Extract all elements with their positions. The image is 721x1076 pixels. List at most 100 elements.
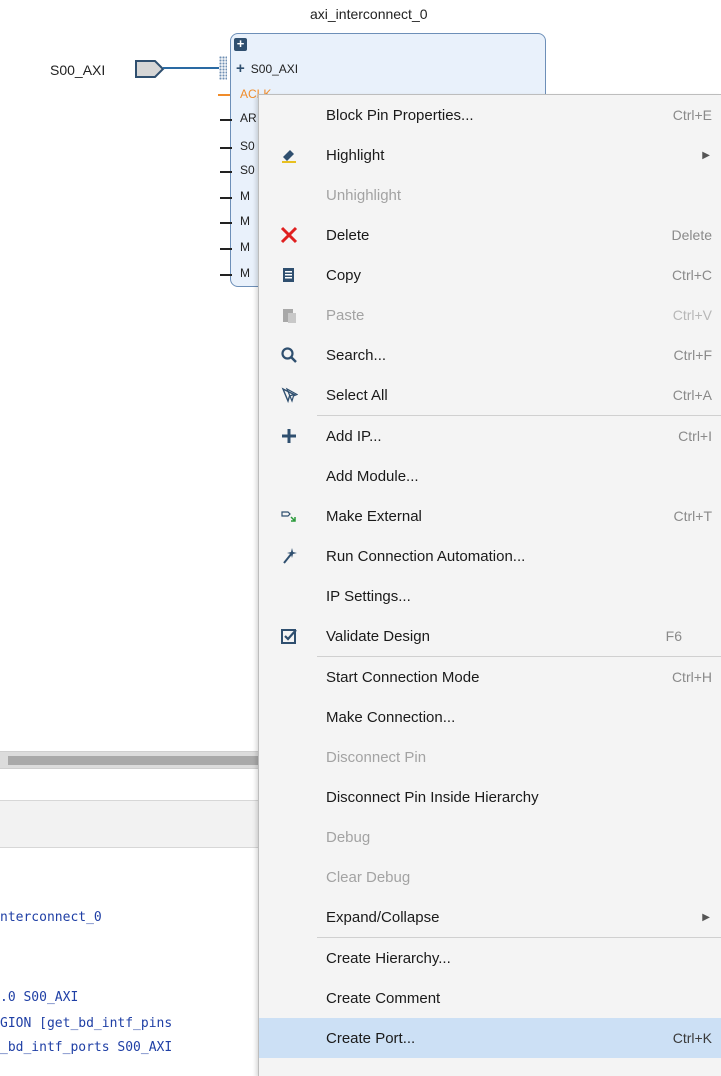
select-all-icon — [277, 383, 301, 407]
menu-item-shortcut: Delete — [671, 227, 712, 243]
menu-item-label: IP Settings... — [326, 587, 411, 605]
menu-item-label: Validate Design — [326, 627, 430, 645]
paste-icon — [277, 303, 301, 327]
menu-item-shortcut: F6 — [665, 628, 682, 644]
menu-item-disconnect-pin-inside-hierarchy[interactable]: Disconnect Pin Inside Hierarchy — [259, 777, 721, 817]
menu-item-add-ip[interactable]: Add IP... Ctrl+I — [259, 416, 721, 456]
pin-stub[interactable] — [220, 171, 232, 173]
menu-item-shortcut: Ctrl+T — [673, 508, 713, 524]
menu-item-debug[interactable]: Debug — [259, 817, 721, 857]
interface-handle[interactable] — [219, 56, 227, 80]
menu-item-highlight[interactable]: Highlight ▶ — [259, 135, 721, 175]
external-port-label: S00_AXI — [50, 62, 106, 78]
menu-item-select-all[interactable]: Select All Ctrl+A — [259, 375, 721, 415]
tcl-line: .0 S00_AXI — [0, 990, 79, 1005]
pin-stub[interactable] — [220, 197, 232, 199]
tcl-line: nterconnect_0 — [0, 910, 102, 925]
tcl-line: GION [get_bd_intf_pins — [0, 1016, 173, 1031]
menu-item-label: Make Connection... — [326, 708, 456, 726]
menu-item-label: Paste — [326, 306, 365, 324]
magic-wand-icon — [277, 544, 301, 568]
menu-item-create-hierarchy[interactable]: Create Hierarchy... — [259, 938, 721, 978]
context-menu: Block Pin Properties... Ctrl+E Highlight… — [258, 94, 721, 1076]
menu-item-label: Create Comment — [326, 989, 441, 1007]
menu-item-run-connection-automation[interactable]: Run Connection Automation... — [259, 536, 721, 576]
pin-stub[interactable] — [220, 147, 232, 149]
menu-item-label: Unhighlight — [326, 186, 402, 204]
menu-item-shortcut: Ctrl+A — [672, 387, 712, 403]
pin-stub[interactable] — [220, 248, 232, 250]
menu-item-copy[interactable]: Copy Ctrl+C — [259, 255, 721, 295]
submenu-arrow-icon: ▶ — [702, 911, 710, 923]
scrollbar-thumb[interactable] — [8, 756, 258, 765]
menu-item-label: Start Connection Mode — [326, 668, 480, 686]
pin-stub[interactable] — [220, 222, 232, 224]
pin-label: M — [240, 189, 250, 203]
menu-item-label: Delete — [326, 226, 370, 244]
delete-x-icon — [277, 223, 301, 247]
validate-check-icon — [277, 624, 301, 648]
connection-wire[interactable] — [163, 67, 219, 69]
menu-item-delete[interactable]: Delete Delete — [259, 215, 721, 255]
horizontal-scrollbar[interactable] — [0, 751, 258, 769]
copy-icon — [277, 263, 301, 287]
menu-item-label: Disconnect Pin — [326, 748, 427, 766]
pin-label: M — [240, 266, 250, 280]
menu-item-make-external[interactable]: Make External Ctrl+T — [259, 496, 721, 536]
menu-item-clear-debug[interactable]: Clear Debug — [259, 857, 721, 897]
menu-item-label: Disconnect Pin Inside Hierarchy — [326, 788, 539, 806]
plus-icon — [277, 424, 301, 448]
menu-item-create-port[interactable]: Create Port... Ctrl+K — [259, 1018, 721, 1058]
tcl-console[interactable]: nterconnect_0 .0 S00_AXI GION [get_bd_in… — [0, 848, 258, 1076]
menu-item-disconnect-pin[interactable]: Disconnect Pin — [259, 737, 721, 777]
menu-item-shortcut: Ctrl+C — [671, 267, 712, 283]
pin-stub[interactable] — [220, 274, 232, 276]
make-external-icon — [277, 504, 301, 528]
submenu-arrow-icon: ▶ — [702, 149, 710, 161]
menu-item-validate-design[interactable]: Validate Design F6 — [259, 616, 721, 656]
menu-item-ip-settings[interactable]: IP Settings... — [259, 576, 721, 616]
menu-item-expand-collapse[interactable]: Expand/Collapse ▶ — [259, 897, 721, 937]
menu-item-start-connection-mode[interactable]: Start Connection Mode Ctrl+H — [259, 657, 721, 697]
menu-item-make-connection[interactable]: Make Connection... — [259, 697, 721, 737]
menu-item-shortcut: Ctrl+F — [673, 347, 713, 363]
menu-item-block-pin-properties[interactable]: Block Pin Properties... Ctrl+E — [259, 95, 721, 135]
highlight-pen-icon — [277, 143, 301, 167]
menu-item-label: Add IP... — [326, 427, 382, 445]
menu-item-label: Debug — [326, 828, 371, 846]
menu-item-shortcut: Ctrl+I — [678, 428, 712, 444]
interface-pin-label: S00_AXI — [250, 61, 299, 76]
menu-item-create-comment[interactable]: Create Comment — [259, 978, 721, 1018]
menu-item-label: Highlight — [326, 146, 385, 164]
menu-item-add-module[interactable]: Add Module... — [259, 456, 721, 496]
menu-item-shortcut: Ctrl+H — [671, 669, 712, 685]
menu-item-label: Copy — [326, 266, 362, 284]
menu-item-paste[interactable]: Paste Ctrl+V — [259, 295, 721, 335]
ip-block-title: axi_interconnect_0 — [310, 6, 428, 22]
expand-block-button[interactable]: + — [234, 37, 247, 51]
menu-item-label: Run Connection Automation... — [326, 547, 526, 565]
tcl-line: _bd_intf_ports S00_AXI — [0, 1040, 173, 1055]
menu-item-label: Clear Debug — [326, 868, 411, 886]
menu-item-label: Search... — [326, 346, 387, 364]
menu-item-label: Expand/Collapse — [326, 908, 440, 926]
menu-item-label: Select All — [326, 386, 388, 404]
panel-toolbar — [0, 800, 258, 848]
pin-aclk-stub[interactable] — [218, 94, 230, 96]
external-port-icon[interactable] — [135, 60, 165, 78]
pin-label: S0 — [240, 139, 255, 153]
pin-label: S0 — [240, 163, 255, 177]
pin-stub[interactable] — [220, 119, 232, 121]
menu-item-label: Block Pin Properties... — [326, 106, 474, 124]
menu-item-shortcut: Ctrl+V — [672, 307, 712, 323]
pin-label: M — [240, 214, 250, 228]
pin-label: AR — [240, 111, 257, 125]
menu-item-unhighlight[interactable]: Unhighlight — [259, 175, 721, 215]
pin-label: M — [240, 240, 250, 254]
menu-item-search[interactable]: Search... Ctrl+F — [259, 335, 721, 375]
interface-pin-row[interactable]: + S00_AXI — [236, 60, 298, 77]
plus-icon: + — [236, 60, 245, 77]
menu-item-label: Create Port... — [326, 1029, 416, 1047]
menu-item-shortcut: Ctrl+K — [672, 1030, 712, 1046]
menu-item-label: Create Hierarchy... — [326, 949, 451, 967]
